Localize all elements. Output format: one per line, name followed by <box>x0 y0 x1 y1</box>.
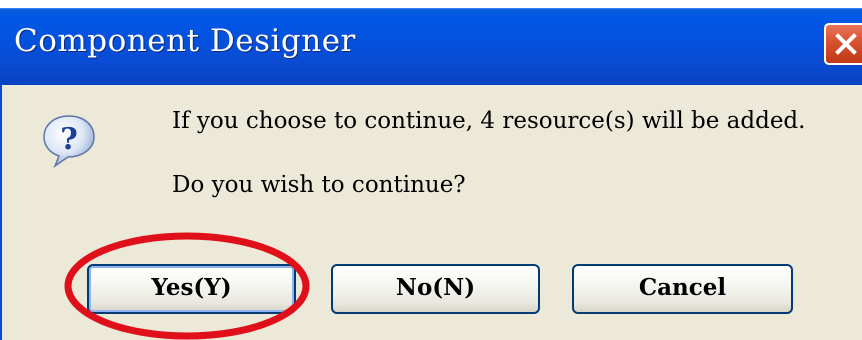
cancel-button[interactable]: Cancel <box>572 264 793 314</box>
svg-text:?: ? <box>60 122 78 157</box>
close-icon <box>835 33 857 55</box>
dialog-window: Component Designer ? If you choose to co… <box>0 0 862 340</box>
yes-button[interactable]: Yes(Y) <box>87 264 296 314</box>
window-title: Component Designer <box>14 23 356 59</box>
dialog-question: Do you wish to continue? <box>172 172 466 198</box>
title-bar[interactable]: Component Designer <box>0 8 862 85</box>
window-border <box>0 85 2 340</box>
close-button[interactable] <box>824 23 862 65</box>
dialog-message: If you choose to continue, 4 resource(s)… <box>172 108 806 134</box>
question-icon: ? <box>43 115 95 169</box>
no-button[interactable]: No(N) <box>331 264 540 314</box>
